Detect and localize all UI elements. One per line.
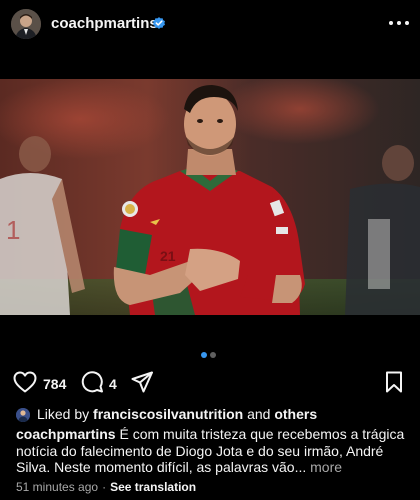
svg-text:1: 1 (6, 215, 20, 245)
caption-username[interactable]: coachpmartins (16, 426, 116, 442)
post-header: coachpmartins (0, 0, 420, 50)
liked-by-middle: and (243, 406, 275, 422)
like-heart-icon[interactable] (13, 371, 37, 393)
carousel-dot (210, 352, 216, 358)
carousel-dot-active (201, 352, 207, 358)
liked-by-text: Liked by franciscosilvanutrition and oth… (37, 406, 317, 422)
svg-text:21: 21 (160, 248, 176, 264)
liked-by-prefix: Liked by (37, 406, 94, 422)
dot-icon (405, 21, 409, 25)
post-timestamp: 51 minutes ago (16, 480, 99, 494)
dot-icon (397, 21, 401, 25)
save-bookmark-icon[interactable] (385, 371, 403, 393)
like-count[interactable]: 784 (43, 376, 66, 392)
username[interactable]: coachpmartins (51, 15, 158, 32)
meta-separator: · (102, 480, 107, 494)
avatar[interactable] (11, 9, 41, 39)
liked-by-avatar[interactable] (16, 408, 30, 422)
dot-icon (389, 21, 393, 25)
verified-badge-icon (153, 17, 165, 29)
liked-by-avatar-icon (16, 408, 30, 422)
caption-more-link[interactable]: more (310, 459, 342, 475)
post-meta: 51 minutes ago · See translation (16, 480, 196, 494)
liked-by-user[interactable]: franciscosilvanutrition (93, 406, 243, 422)
carousel-indicator (201, 352, 221, 358)
post-photo[interactable]: 1 21 (0, 79, 420, 315)
post-actions: 784 4 (0, 366, 420, 398)
comment-icon[interactable] (81, 371, 103, 393)
profile-avatar-icon (11, 9, 41, 39)
see-translation-link[interactable]: See translation (110, 480, 196, 494)
comment-count[interactable]: 4 (109, 376, 117, 392)
football-player-photo: 1 21 (0, 79, 420, 315)
liked-by-others[interactable]: others (274, 406, 317, 422)
post-caption: coachpmartins É com muita tristeza que r… (16, 426, 408, 476)
share-send-icon[interactable] (131, 371, 153, 393)
more-options-button[interactable] (389, 16, 409, 30)
